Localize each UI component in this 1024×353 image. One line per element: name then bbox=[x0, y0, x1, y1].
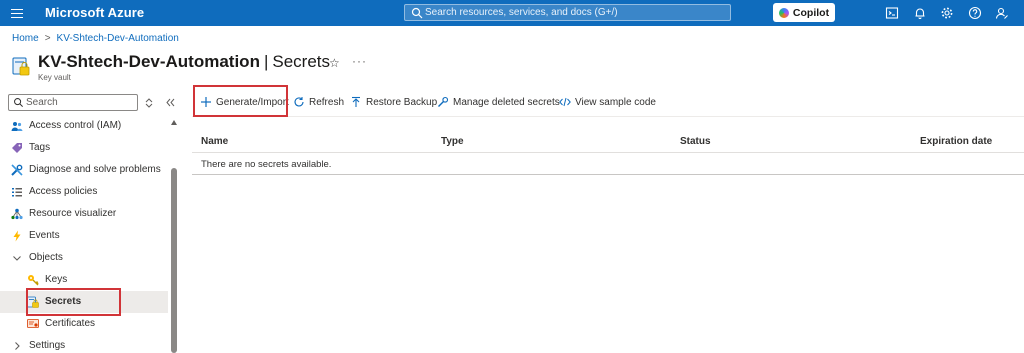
manage-deleted-secrets-label: Manage deleted secrets bbox=[453, 96, 560, 108]
key-vault-icon bbox=[12, 57, 30, 76]
cloud-shell-icon[interactable] bbox=[885, 6, 899, 20]
column-header-name[interactable]: Name bbox=[201, 136, 228, 147]
key-icon bbox=[28, 275, 39, 286]
sidebar-item-access-policies[interactable]: Access policies bbox=[0, 181, 168, 203]
sidebar-item-label: Resource visualizer bbox=[29, 208, 117, 219]
empty-message: There are no secrets available. bbox=[201, 159, 332, 170]
copilot-icon bbox=[778, 7, 789, 18]
sidebar-item-certificates[interactable]: Certificates bbox=[0, 313, 168, 335]
refresh-icon bbox=[294, 97, 304, 107]
sidebar-item-label: Access control (IAM) bbox=[29, 120, 122, 131]
breadcrumb-home[interactable]: Home bbox=[12, 33, 39, 44]
resource-name: KV-Shtech-Dev-Automation bbox=[38, 52, 260, 71]
upload-icon bbox=[352, 96, 360, 107]
collapse-sidebar-icon[interactable] bbox=[165, 97, 176, 108]
nav-search-input[interactable] bbox=[26, 96, 134, 109]
highlight-secrets bbox=[26, 288, 121, 316]
page-title: KV-Shtech-Dev-Automation | Secrets bbox=[38, 52, 330, 72]
breadcrumb-separator: > bbox=[44, 33, 51, 44]
sidebar-scrollbar[interactable] bbox=[171, 168, 177, 353]
restore-backup-button[interactable]: Restore Backup bbox=[350, 96, 437, 108]
nav-search[interactable] bbox=[8, 94, 138, 111]
tag-icon bbox=[12, 143, 22, 153]
sidebar-item-label: Diagnose and solve problems bbox=[29, 164, 161, 175]
sidebar-item-tags[interactable]: Tags bbox=[0, 137, 168, 159]
help-icon[interactable] bbox=[968, 6, 982, 20]
sidebar-item-resource-visualizer[interactable]: Resource visualizer bbox=[0, 203, 168, 225]
title-divider: | bbox=[263, 52, 269, 71]
copilot-button[interactable]: Copilot bbox=[773, 3, 835, 22]
sidebar-item-label: Access policies bbox=[29, 186, 98, 197]
refresh-label: Refresh bbox=[309, 96, 345, 108]
sidebar-item-objects[interactable]: Objects bbox=[0, 247, 168, 269]
chevron-right-icon bbox=[15, 342, 20, 350]
commandbar-divider bbox=[192, 116, 1024, 117]
manage-deleted-secrets-button[interactable]: Manage deleted secrets bbox=[437, 96, 560, 108]
sidebar-item-label: Objects bbox=[29, 252, 63, 263]
refresh-button[interactable]: Refresh bbox=[293, 96, 344, 108]
favorite-star-icon[interactable]: ☆ bbox=[329, 56, 340, 70]
graph-icon bbox=[11, 208, 23, 220]
lightning-icon bbox=[13, 230, 21, 242]
more-options-icon[interactable]: ··· bbox=[352, 54, 367, 68]
list-icon bbox=[12, 188, 22, 197]
certificate-icon bbox=[27, 319, 39, 328]
sidebar-item-access-control[interactable]: Access control (IAM) bbox=[0, 115, 168, 137]
sidebar-item-label: Certificates bbox=[45, 318, 96, 329]
column-header-status[interactable]: Status bbox=[680, 136, 711, 147]
notifications-icon[interactable] bbox=[913, 6, 927, 20]
restore-backup-label: Restore Backup bbox=[366, 96, 438, 108]
code-icon bbox=[559, 97, 571, 107]
search-icon bbox=[411, 7, 423, 19]
column-header-expiration[interactable]: Expiration date bbox=[920, 136, 992, 147]
sidebar-item-diagnose[interactable]: Diagnose and solve problems bbox=[0, 159, 168, 181]
expand-collapse-icon[interactable] bbox=[144, 98, 154, 108]
wrench-icon bbox=[11, 164, 23, 176]
feedback-icon[interactable] bbox=[995, 6, 1009, 20]
chevron-down-icon bbox=[13, 256, 21, 261]
global-search-input[interactable] bbox=[425, 5, 725, 20]
sidebar-item-label: Keys bbox=[45, 274, 68, 285]
brand-title[interactable]: Microsoft Azure bbox=[45, 5, 144, 20]
wrench-icon bbox=[438, 96, 449, 107]
sidebar-item-settings[interactable]: Settings bbox=[0, 335, 168, 353]
page-subtitle: Key vault bbox=[38, 73, 71, 82]
view-sample-code-label: View sample code bbox=[575, 96, 656, 108]
sidebar-item-label: Tags bbox=[29, 142, 51, 153]
sidebar-item-label: Events bbox=[29, 230, 60, 241]
section-name: Secrets bbox=[272, 52, 331, 71]
view-sample-code-button[interactable]: View sample code bbox=[559, 96, 656, 108]
copilot-label: Copilot bbox=[792, 6, 830, 19]
breadcrumb-resource[interactable]: KV-Shtech-Dev-Automation bbox=[57, 33, 179, 44]
scroll-up-arrow[interactable] bbox=[171, 120, 177, 125]
people-icon bbox=[11, 122, 23, 131]
column-header-type[interactable]: Type bbox=[441, 136, 464, 147]
search-icon bbox=[14, 98, 23, 107]
top-bar: Microsoft Azure Copilot bbox=[0, 0, 1024, 26]
sidebar-item-label: Settings bbox=[29, 340, 66, 351]
menu-icon[interactable] bbox=[11, 6, 23, 19]
table-empty-row: There are no secrets available. bbox=[192, 153, 1024, 175]
table-header: Name Type Status Expiration date bbox=[192, 128, 1024, 153]
gear-icon[interactable] bbox=[940, 6, 954, 20]
breadcrumb: Home > KV-Shtech-Dev-Automation bbox=[12, 33, 179, 44]
global-search[interactable] bbox=[404, 4, 731, 21]
sidebar-item-events[interactable]: Events bbox=[0, 225, 168, 247]
highlight-generate-import bbox=[193, 85, 288, 117]
